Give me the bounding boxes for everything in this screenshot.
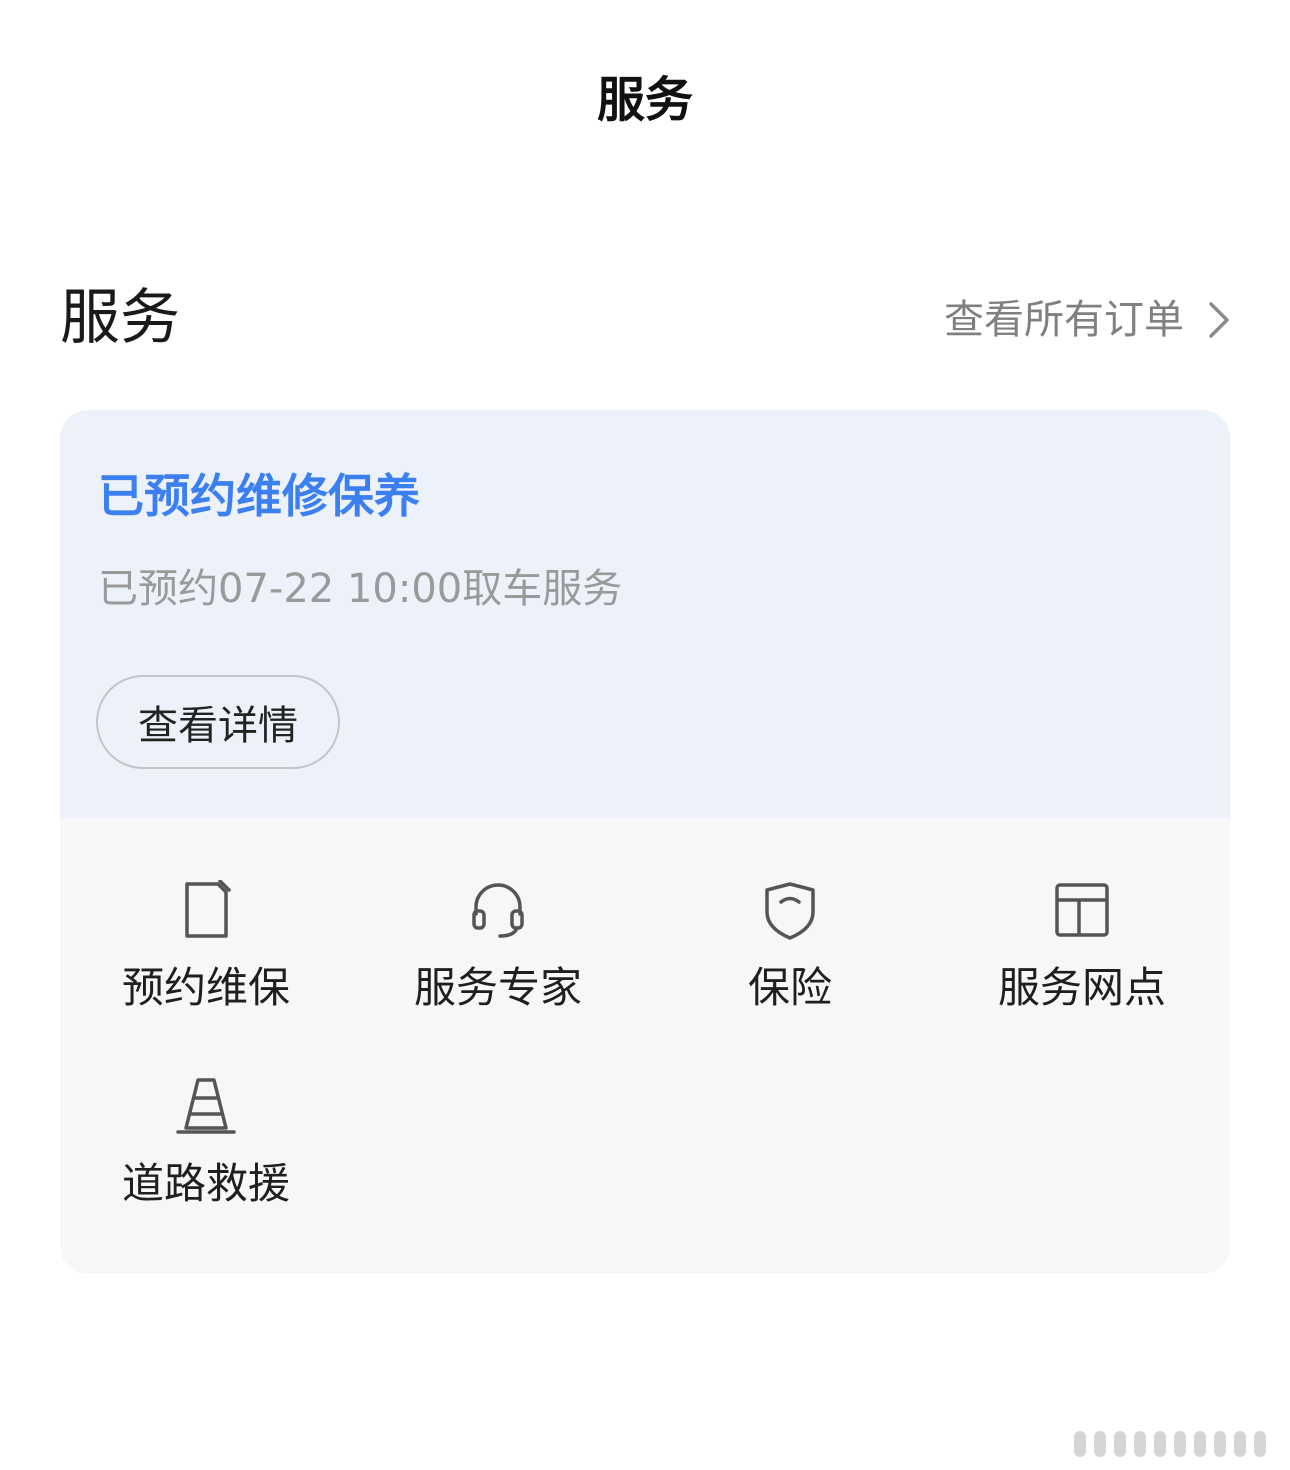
booking-status-title[interactable]: 已预约维修保养 <box>98 466 420 526</box>
page-title: 服务 <box>596 72 693 128</box>
section-header: 服务 查看所有订单 <box>60 280 1230 360</box>
service-tile-label: 服务网点 <box>997 963 1166 1012</box>
service-tile-maintenance-booking[interactable]: 预约维保 <box>60 880 352 1030</box>
shield-icon <box>760 880 820 940</box>
home-indicator-bar <box>1174 1431 1186 1457</box>
chevron-right-icon <box>1209 302 1229 338</box>
home-indicator-bar <box>1154 1431 1166 1457</box>
booking-pickup-info: 已预约07-22 10:00取车服务 <box>98 566 623 612</box>
service-tile-label: 保险 <box>747 963 832 1012</box>
home-indicator-bar <box>1214 1431 1226 1457</box>
service-tile-label: 道路救援 <box>121 1159 290 1208</box>
home-indicator-bar <box>1234 1431 1246 1457</box>
booking-panel: 已预约维修保养 已预约07-22 10:00取车服务 查看详情 <box>60 410 1230 818</box>
home-indicator-bar <box>1194 1431 1206 1457</box>
headset-icon <box>468 880 528 940</box>
service-tile-insurance[interactable]: 保险 <box>644 880 936 1030</box>
view-all-orders-link[interactable]: 查看所有订单 <box>944 292 1230 348</box>
traffic-cone-icon <box>176 1076 236 1136</box>
home-indicator-bar <box>1094 1431 1106 1457</box>
service-tile-roadside-assistance[interactable]: 道路救援 <box>60 1076 352 1226</box>
section-title: 服务 <box>60 283 180 353</box>
view-details-button[interactable]: 查看详情 <box>96 675 340 769</box>
home-indicator-bar <box>1114 1431 1126 1457</box>
home-indicator <box>1074 1430 1284 1458</box>
service-tile-service-outlets[interactable]: 服务网点 <box>936 880 1228 1030</box>
view-all-orders-label: 查看所有订单 <box>944 297 1184 343</box>
home-indicator-bar <box>1074 1431 1086 1457</box>
service-tile-service-expert[interactable]: 服务专家 <box>352 880 644 1030</box>
home-indicator-bar <box>1134 1431 1146 1457</box>
document-icon <box>176 880 236 940</box>
service-tile-label: 预约维保 <box>121 963 290 1012</box>
home-indicator-bar <box>1254 1431 1266 1457</box>
layout-icon <box>1052 880 1112 940</box>
service-card: 已预约维修保养 已预约07-22 10:00取车服务 查看详情 预约维保 服务专… <box>60 410 1230 1274</box>
service-tile-label: 服务专家 <box>413 963 582 1012</box>
